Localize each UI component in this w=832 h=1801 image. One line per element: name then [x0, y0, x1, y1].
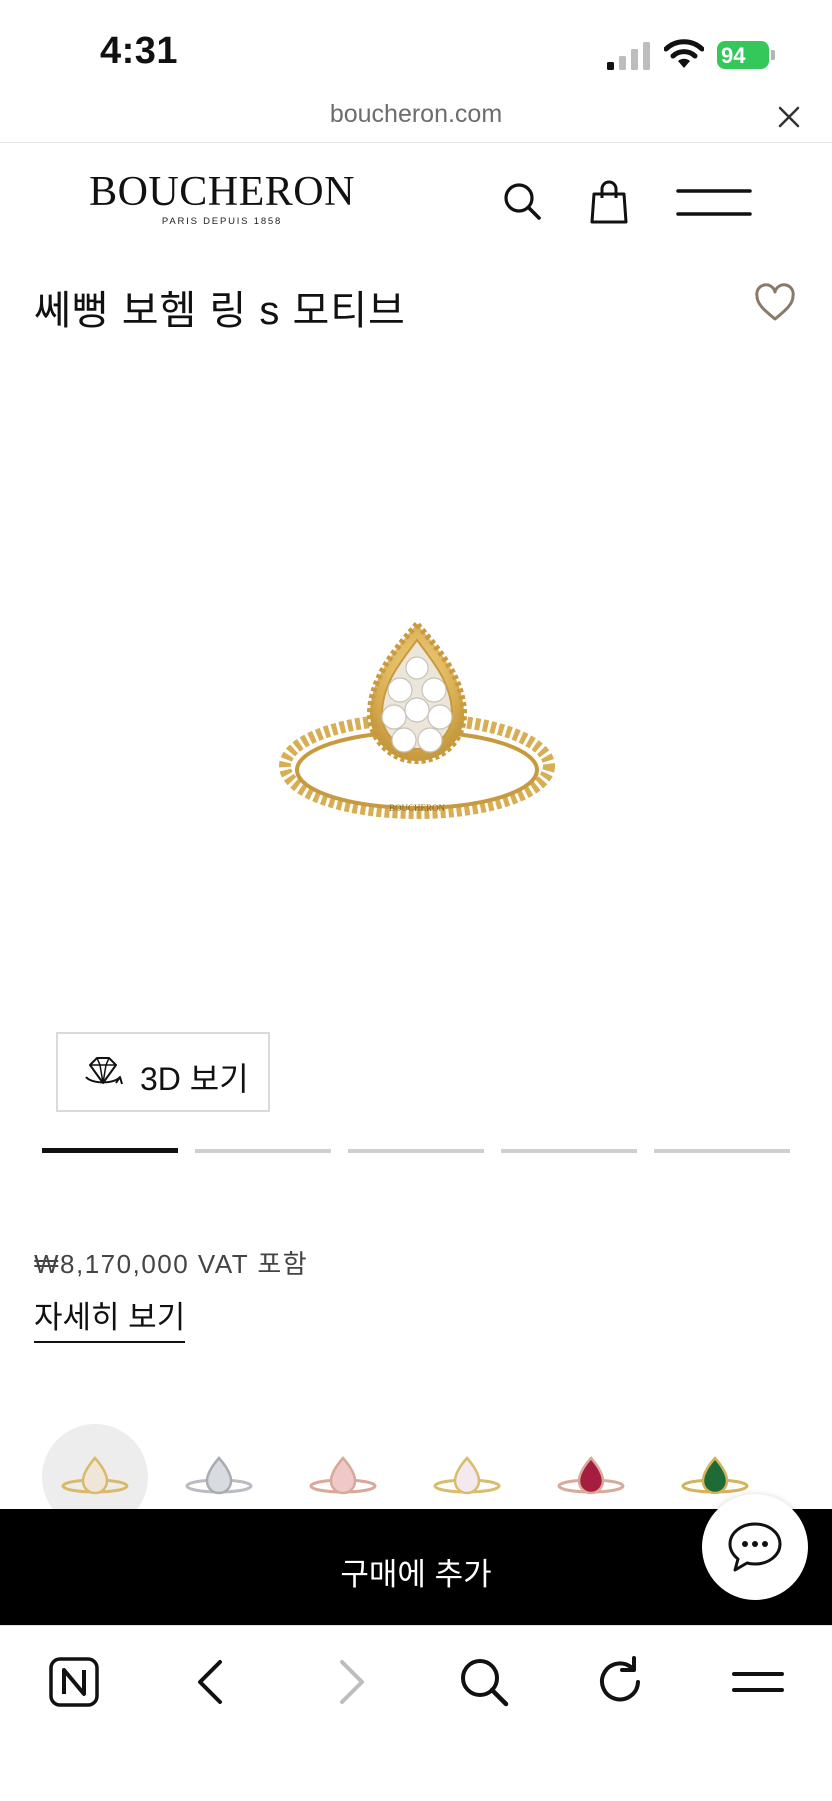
menu-icon[interactable] [730, 1654, 786, 1710]
product-price: ₩8,170,000 VAT 포함 [34, 1249, 309, 1279]
search-icon[interactable] [456, 1654, 512, 1710]
view-3d-label: 3D 보기 [140, 1061, 249, 1097]
close-icon[interactable] [776, 104, 802, 130]
logo-wordmark: BOUCHERON [89, 169, 355, 215]
slide-indicator[interactable] [42, 1148, 178, 1153]
chat-bubble-icon [728, 1522, 782, 1572]
slide-indicator[interactable] [195, 1149, 331, 1153]
image-slider-indicators [42, 1148, 790, 1154]
back-arrow-icon[interactable] [184, 1654, 240, 1710]
details-link[interactable]: 자세히 보기 [34, 1292, 186, 1343]
diamond-3d-icon [85, 1057, 123, 1085]
product-image[interactable]: BOUCHERON [272, 618, 562, 838]
shopping-bag-icon[interactable] [589, 180, 629, 224]
slide-indicator[interactable] [501, 1149, 637, 1153]
refresh-icon[interactable] [592, 1654, 648, 1710]
wishlist-heart-icon[interactable] [754, 283, 796, 323]
battery-icon: 94 [717, 41, 775, 69]
naver-home-icon[interactable] [46, 1654, 102, 1710]
logo-tagline: PARIS DEPUIS 1858 [161, 216, 283, 227]
search-icon[interactable] [502, 181, 542, 221]
forward-arrow-icon[interactable] [322, 1654, 378, 1710]
menu-icon[interactable] [676, 188, 752, 218]
url-text[interactable]: boucheron.com [0, 100, 832, 129]
brand-logo[interactable]: BOUCHERON PARIS DEPUIS 1858 [86, 170, 358, 227]
wifi-icon [664, 39, 704, 68]
browser-toolbar [0, 1625, 832, 1801]
variant-selector [42, 1424, 802, 1530]
url-divider [0, 142, 832, 143]
slide-indicator[interactable] [654, 1149, 790, 1153]
battery-level: 94 [721, 43, 746, 68]
cellular-signal-icon [607, 42, 650, 70]
product-title: 쎄뻥 보헴 링 s 모티브 [34, 289, 406, 333]
status-time: 4:31 [100, 30, 179, 72]
view-3d-button[interactable]: 3D 보기 [56, 1032, 270, 1112]
chat-button[interactable] [702, 1494, 808, 1600]
svg-text:BOUCHERON: BOUCHERON [389, 803, 446, 813]
slide-indicator[interactable] [348, 1149, 484, 1153]
